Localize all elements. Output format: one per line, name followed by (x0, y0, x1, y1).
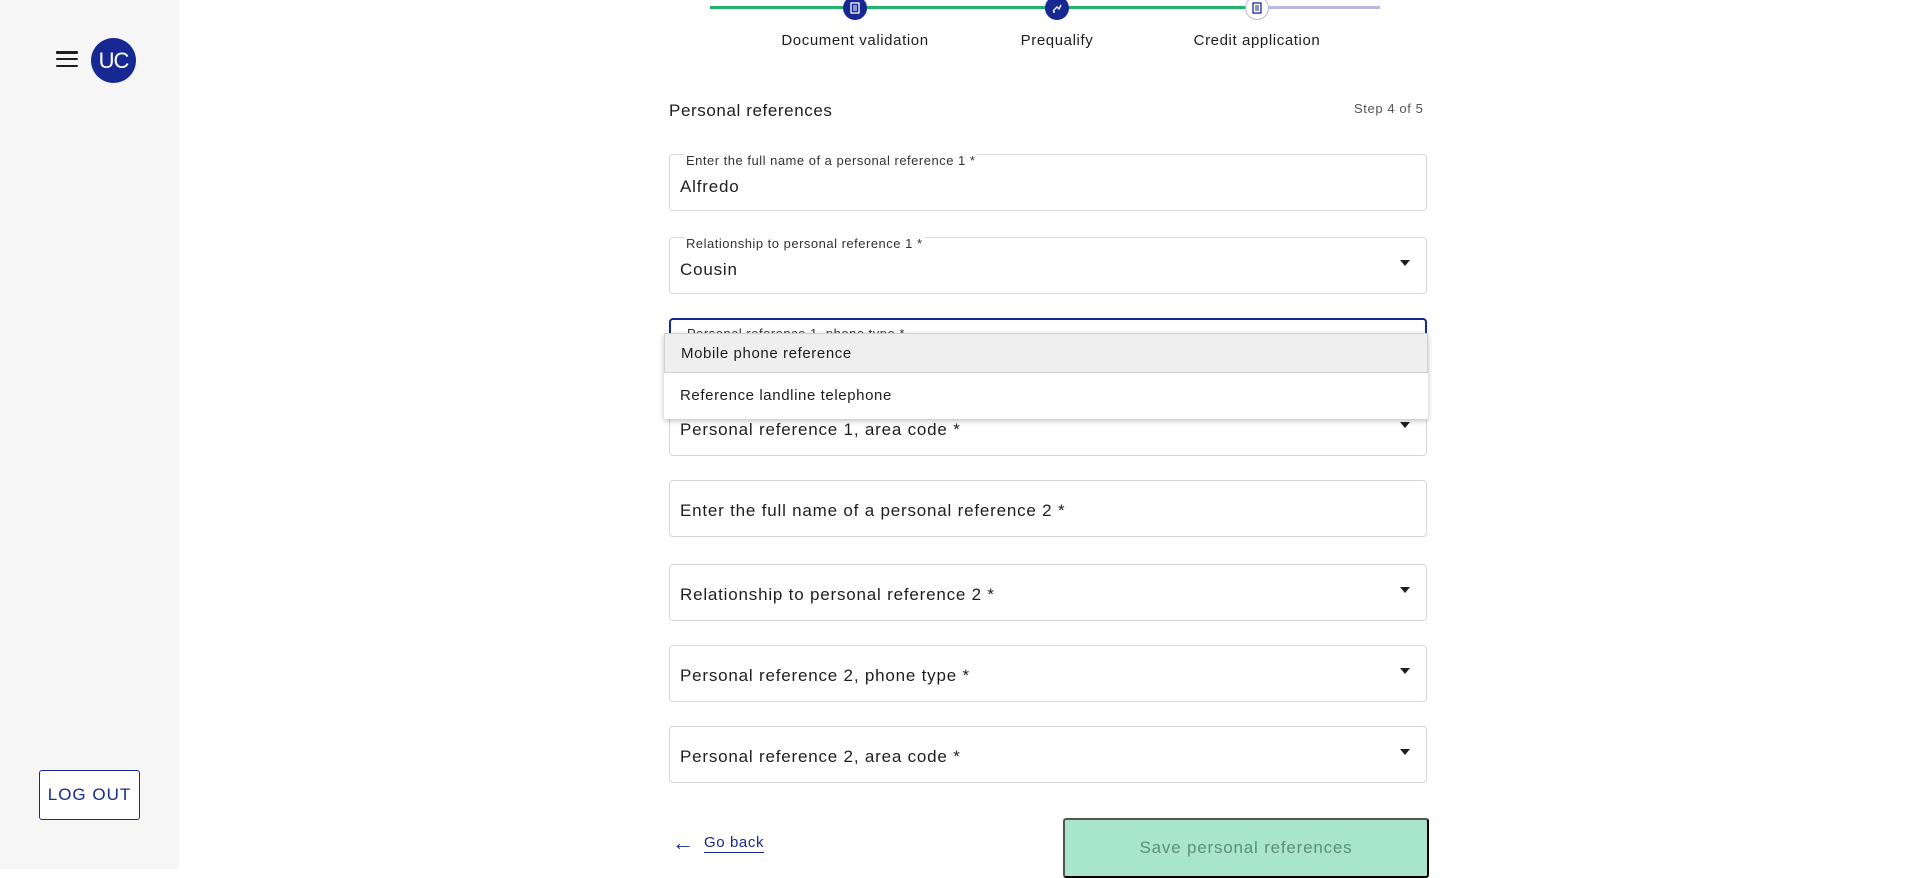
step-label-document-validation: Document validation (781, 32, 929, 49)
dropdown-option-mobile[interactable]: Mobile phone reference (664, 333, 1428, 373)
ref1-name-value[interactable]: Alfredo (680, 177, 739, 197)
progress-stepper: Document validation Prequalify Credit ap… (710, 0, 1390, 60)
ref2-area-code-placeholder: Personal reference 2, area code * (680, 747, 961, 766)
ref2-phone-type-select[interactable]: Personal reference 2, phone type * (669, 645, 1427, 702)
arrow-left-icon: ← (672, 830, 694, 855)
ref2-relationship-placeholder: Relationship to personal reference 2 * (680, 585, 995, 604)
chevron-down-icon[interactable] (1400, 260, 1410, 266)
ref1-name-field[interactable]: Enter the full name of a personal refere… (669, 154, 1427, 211)
hamburger-menu-icon[interactable] (54, 48, 80, 70)
step-label-credit-application: Credit application (1193, 32, 1321, 49)
ref2-area-code-select[interactable]: Personal reference 2, area code * (669, 726, 1427, 783)
document-icon (843, 0, 867, 20)
step-counter: Step 4 of 5 (1354, 101, 1424, 116)
ref1-relationship-value: Cousin (680, 260, 738, 279)
step-label-prequalify: Prequalify (1020, 32, 1094, 49)
ref2-name-placeholder: Enter the full name of a personal refere… (680, 501, 1066, 520)
form-icon (1245, 0, 1269, 20)
ref1-relationship-label: Relationship to personal reference 1 * (684, 236, 925, 251)
stepper-line-complete (710, 6, 1255, 9)
stepper-line-remaining (1255, 6, 1380, 9)
section-title: Personal references (669, 101, 833, 120)
ref2-phone-type-placeholder: Personal reference 2, phone type * (680, 666, 970, 685)
avatar[interactable]: UC (91, 38, 136, 83)
chevron-down-icon[interactable] (1400, 422, 1410, 428)
go-back-label: Go back (704, 833, 765, 853)
chevron-down-icon[interactable] (1400, 749, 1410, 755)
signature-icon (1045, 0, 1069, 20)
sidebar: UC LOG OUT (0, 0, 179, 869)
chevron-down-icon[interactable] (1400, 668, 1410, 674)
logout-button[interactable]: LOG OUT (39, 770, 140, 820)
dropdown-option-landline[interactable]: Reference landline telephone (664, 375, 1428, 415)
save-personal-references-button[interactable]: Save personal references (1063, 818, 1429, 878)
ref2-relationship-select[interactable]: Relationship to personal reference 2 * (669, 564, 1427, 621)
ref2-name-field[interactable]: Enter the full name of a personal refere… (669, 480, 1427, 537)
ref1-relationship-select[interactable]: Relationship to personal reference 1 * C… (669, 237, 1427, 294)
ref1-name-label: Enter the full name of a personal refere… (684, 153, 978, 168)
chevron-down-icon[interactable] (1400, 587, 1410, 593)
phone-type-dropdown-menu: Mobile phone reference Reference landlin… (664, 333, 1428, 419)
go-back-link[interactable]: ← Go back (672, 830, 765, 855)
ref1-area-code-placeholder: Personal reference 1, area code * (680, 420, 961, 439)
